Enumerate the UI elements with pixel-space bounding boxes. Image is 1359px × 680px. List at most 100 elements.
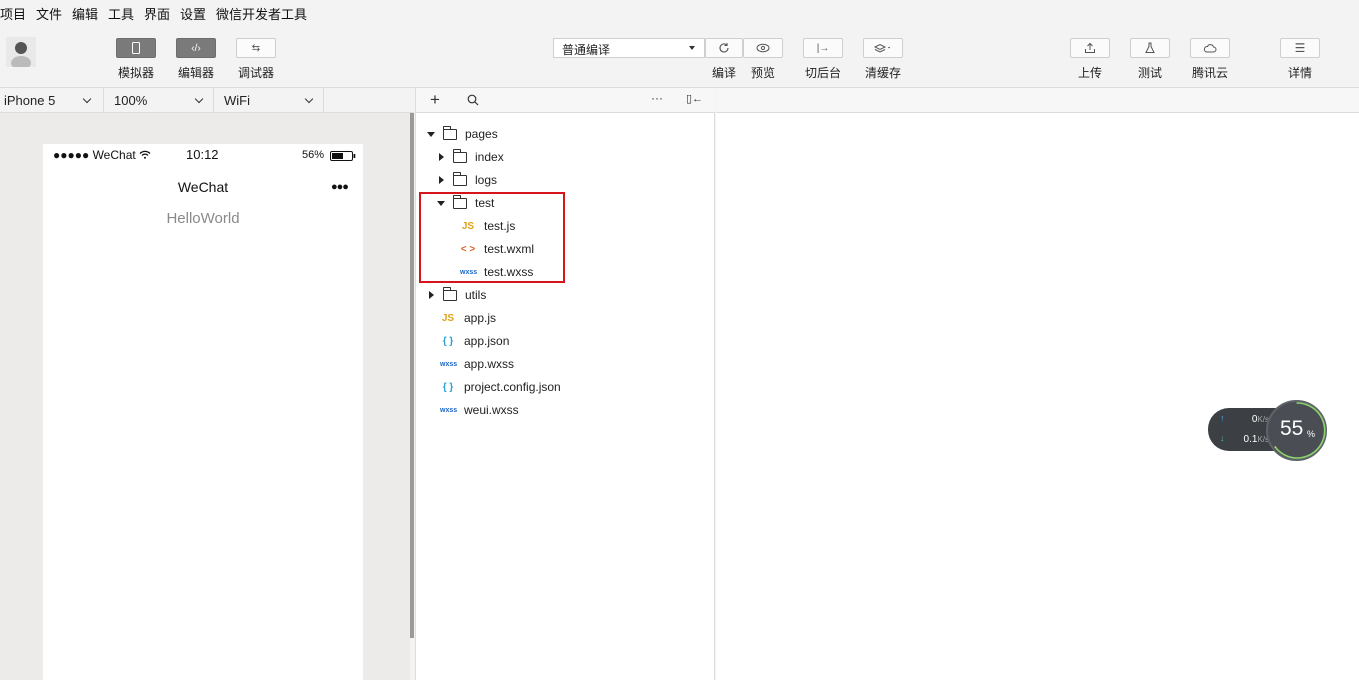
folder-label: pages bbox=[465, 127, 498, 141]
upload-button[interactable] bbox=[1070, 38, 1110, 58]
device-select[interactable]: iPhone 5 bbox=[0, 88, 104, 113]
caret-down-icon bbox=[427, 131, 435, 137]
editor-tab-bar bbox=[716, 88, 1359, 113]
tree-file-weui-wxss[interactable]: wxss weui.wxss bbox=[440, 400, 519, 420]
preview-button[interactable] bbox=[743, 38, 783, 58]
compile-mode-value: 普通编译 bbox=[562, 43, 611, 57]
file-label: weui.wxss bbox=[464, 403, 519, 417]
tree-file-app-wxss[interactable]: wxss app.wxss bbox=[440, 354, 514, 374]
test-button[interactable] bbox=[1130, 38, 1170, 58]
zoom-select[interactable]: 100% bbox=[104, 88, 214, 113]
battery-percent: 56% bbox=[302, 149, 325, 161]
compile-button[interactable] bbox=[705, 38, 743, 58]
battery-icon bbox=[330, 151, 356, 161]
folder-label: index bbox=[475, 150, 504, 164]
menu-view[interactable]: 界面 bbox=[144, 4, 170, 23]
menu-bar: 项目 文件 编辑 工具 界面 设置 微信开发者工具 bbox=[0, 0, 1359, 22]
menu-devtools[interactable]: 微信开发者工具 bbox=[216, 4, 307, 23]
simulator-label: 模拟器 bbox=[117, 66, 154, 80]
editor-toggle-button[interactable]: ‹/› bbox=[176, 38, 216, 58]
search-icon[interactable] bbox=[467, 94, 479, 106]
debugger-label: 调试器 bbox=[237, 66, 274, 80]
menu-file[interactable]: 文件 bbox=[36, 4, 62, 23]
folder-label: utils bbox=[465, 288, 487, 302]
more-icon[interactable]: ··· bbox=[651, 91, 663, 105]
tencent-cloud-button[interactable] bbox=[1190, 38, 1230, 58]
cloud-icon bbox=[1203, 44, 1217, 53]
background-button[interactable]: |→ bbox=[803, 38, 843, 58]
toolbar: 模拟器 ‹/› 编辑器 ⇆ 调试器 普通编译 编译 预览 |→ 切后台 清缓存 … bbox=[0, 22, 1359, 88]
download-arrow-icon: ↓ bbox=[1220, 433, 1225, 443]
folder-icon bbox=[453, 171, 467, 186]
menu-icon: ☰ bbox=[1294, 41, 1306, 55]
chevron-down-icon bbox=[304, 94, 314, 104]
details-label: 详情 bbox=[1287, 66, 1312, 80]
memory-gauge[interactable]: 55 % bbox=[1266, 400, 1327, 461]
tree-file-app-js[interactable]: JS app.js bbox=[440, 308, 496, 328]
menu-tools[interactable]: 工具 bbox=[108, 4, 134, 23]
eye-icon bbox=[756, 43, 770, 53]
network-select[interactable]: WiFi bbox=[214, 88, 324, 113]
preview-label: 预览 bbox=[750, 66, 775, 80]
menu-settings[interactable]: 设置 bbox=[180, 4, 206, 23]
simulator-toggle-button[interactable] bbox=[116, 38, 156, 58]
clear-cache-button[interactable] bbox=[863, 38, 903, 58]
simulator-scrollbar[interactable] bbox=[410, 113, 414, 638]
editor-area[interactable] bbox=[716, 88, 1359, 680]
simulator-area: ●●●●● WeChat 10:12 56% WeChat ●●● HelloW… bbox=[0, 113, 410, 680]
file-label: app.wxss bbox=[464, 357, 515, 371]
file-label: app.js bbox=[464, 311, 497, 325]
tree-file-project-config[interactable]: { } project.config.json bbox=[440, 377, 561, 397]
tree-folder-pages[interactable]: pages bbox=[427, 124, 498, 144]
code-icon: ‹/› bbox=[191, 42, 201, 54]
wxss-file-icon: wxss bbox=[440, 406, 458, 414]
file-label: project.config.json bbox=[464, 380, 561, 394]
compile-mode-select[interactable]: 普通编译 bbox=[553, 38, 705, 58]
caret-right-icon bbox=[439, 176, 444, 184]
caret-right-icon bbox=[439, 153, 444, 161]
details-button[interactable]: ☰ bbox=[1280, 38, 1320, 58]
flask-icon bbox=[1145, 42, 1155, 53]
add-file-icon[interactable]: + bbox=[430, 90, 440, 110]
nav-title: WeChat bbox=[177, 179, 229, 195]
caret-right-icon bbox=[429, 291, 434, 299]
tree-folder-index[interactable]: index bbox=[437, 147, 504, 167]
debug-icon: ⇆ bbox=[251, 42, 261, 54]
avatar[interactable] bbox=[6, 37, 36, 67]
debugger-toggle-button[interactable]: ⇆ bbox=[236, 38, 276, 58]
highlight-box bbox=[419, 192, 565, 283]
refresh-icon bbox=[719, 43, 729, 53]
menu-edit[interactable]: 编辑 bbox=[72, 4, 98, 23]
device-value: iPhone 5 bbox=[4, 93, 56, 108]
tree-folder-utils[interactable]: utils bbox=[427, 285, 486, 305]
zoom-value: 100% bbox=[114, 93, 148, 108]
gauge-percent-unit: % bbox=[1307, 429, 1316, 439]
folder-icon bbox=[443, 286, 457, 301]
more-options-icon[interactable]: ●●● bbox=[331, 181, 349, 193]
json-file-icon: { } bbox=[442, 381, 454, 393]
layers-icon bbox=[874, 43, 890, 53]
json-file-icon: { } bbox=[442, 335, 454, 347]
tree-folder-logs[interactable]: logs bbox=[437, 170, 497, 190]
tree-file-app-json[interactable]: { } app.json bbox=[440, 331, 510, 351]
hello-world-text: HelloWorld bbox=[166, 210, 240, 227]
phone-screen: ●●●●● WeChat 10:12 56% WeChat ●●● HelloW… bbox=[43, 144, 363, 680]
carrier-text: ●●●●● WeChat bbox=[53, 148, 136, 162]
upload-label: 上传 bbox=[1077, 66, 1102, 80]
chevron-down-icon bbox=[194, 94, 204, 104]
tencent-cloud-label: 腾讯云 bbox=[1191, 66, 1228, 80]
file-tree-toolbar: + ··· ▯← bbox=[415, 88, 715, 113]
folder-label: logs bbox=[475, 173, 498, 187]
chevron-down-icon bbox=[82, 94, 92, 104]
menu-project[interactable]: 项目 bbox=[0, 4, 26, 23]
folder-open-icon bbox=[443, 125, 457, 140]
background-label: 切后台 bbox=[804, 66, 841, 80]
wifi-icon bbox=[139, 150, 151, 159]
phone-icon bbox=[132, 42, 140, 54]
upload-icon bbox=[1085, 42, 1095, 53]
clear-cache-label: 清缓存 bbox=[864, 66, 901, 80]
collapse-panel-icon[interactable]: ▯← bbox=[686, 92, 703, 105]
caret-down-icon bbox=[689, 46, 695, 50]
test-label: 测试 bbox=[1137, 66, 1162, 80]
gauge-percent: 55 bbox=[1280, 417, 1304, 440]
